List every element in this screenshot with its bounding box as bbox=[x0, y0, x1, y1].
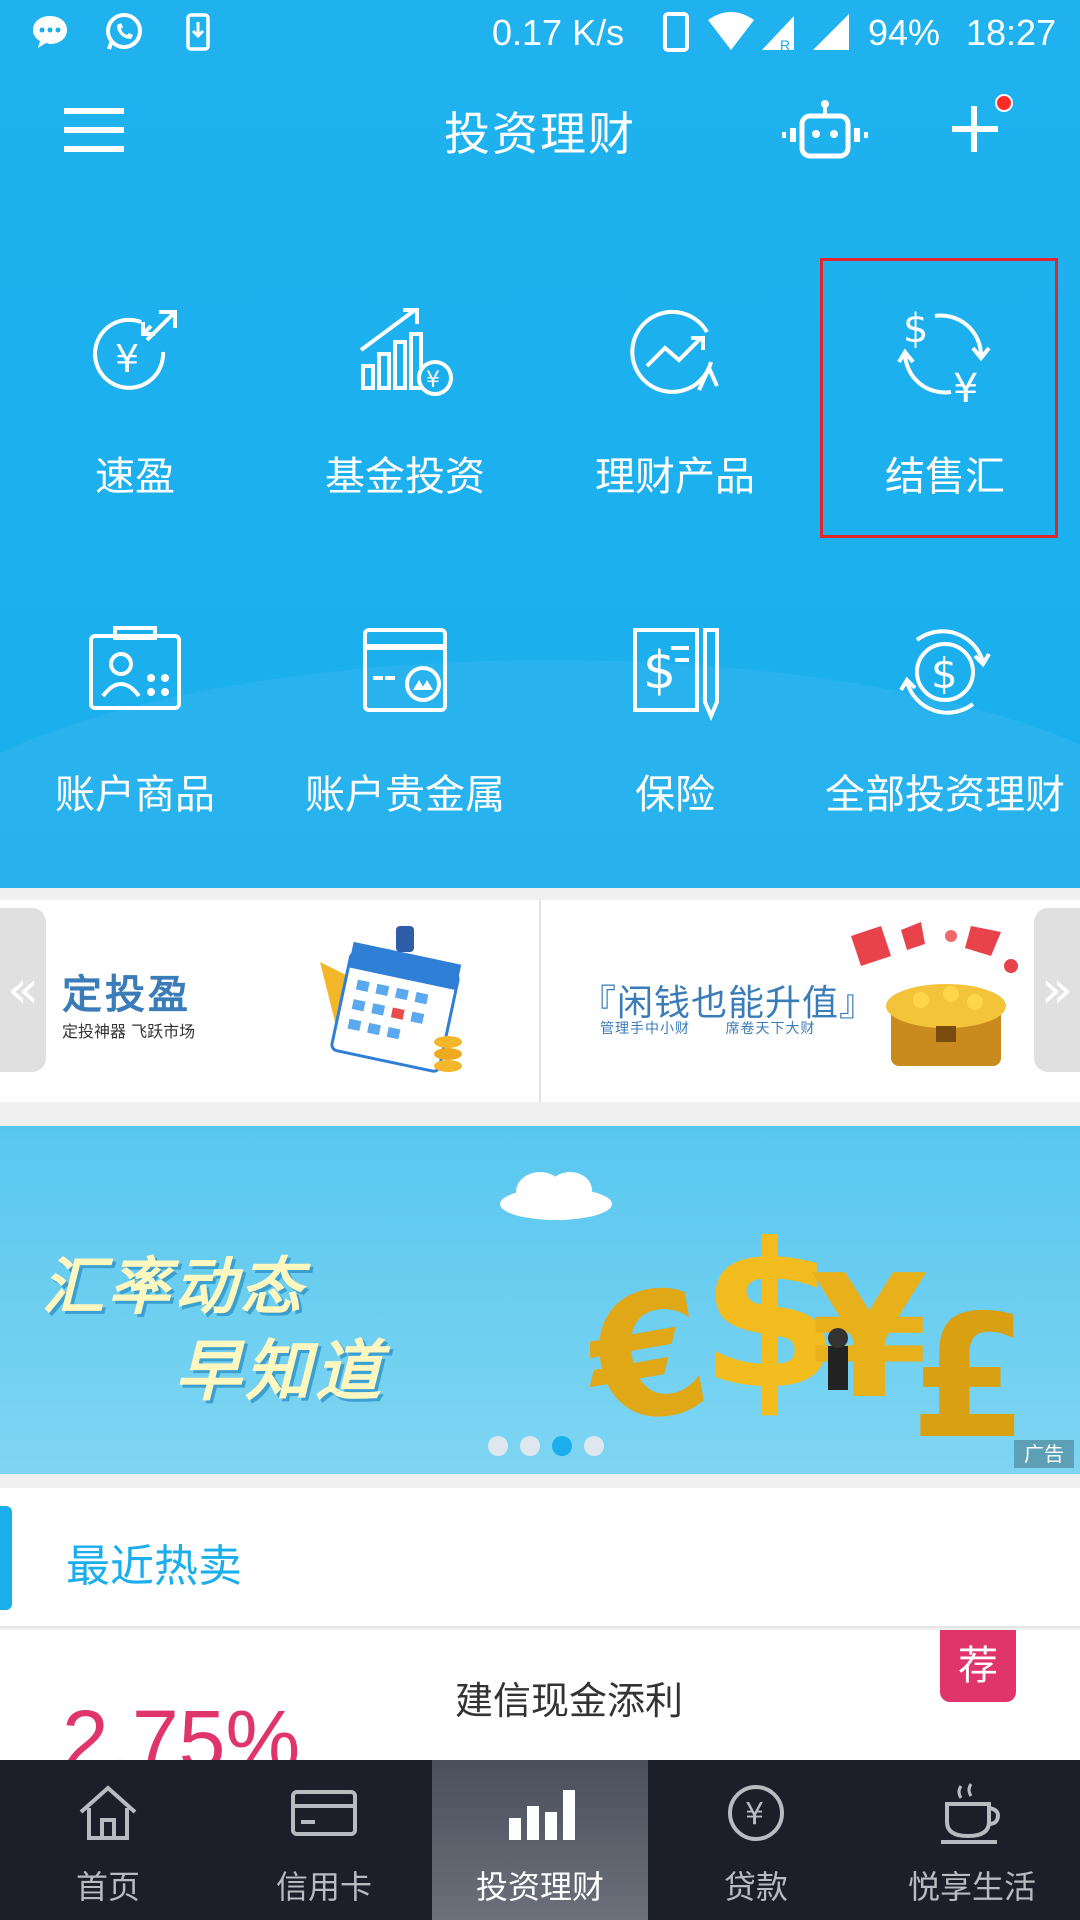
banner-subheadline: 早知道 bbox=[175, 1333, 385, 1410]
fund-growth-icon: ¥ bbox=[355, 304, 455, 414]
currency-symbols-illustration: € $ ¥ £ bbox=[590, 1201, 1028, 1466]
grid-item-suying[interactable]: ¥ 速盈 bbox=[0, 304, 270, 544]
grid-item-label: 账户贵金属 bbox=[305, 772, 505, 818]
promo-card-dingtouying[interactable]: 定投盈 定投神器 飞跃市场 bbox=[0, 900, 539, 1102]
home-icon bbox=[73, 1778, 143, 1848]
nav-item-credit-card[interactable]: 信用卡 bbox=[216, 1760, 432, 1920]
coffee-cup-icon bbox=[937, 1778, 1007, 1848]
clock: 18:27 bbox=[966, 12, 1057, 53]
grid-item-label: 基金投资 bbox=[325, 454, 485, 500]
grid-item-all-investment[interactable]: $ 全部投资理财 bbox=[810, 622, 1080, 862]
grid-item-label: 理财产品 bbox=[595, 454, 755, 500]
grid-item-fund[interactable]: ¥ 基金投资 bbox=[270, 304, 540, 544]
recommend-badge: 荐 bbox=[940, 1630, 1016, 1702]
nav-item-investment[interactable]: 投资理财 bbox=[432, 1760, 648, 1920]
ad-label: 广告 bbox=[1014, 1440, 1074, 1468]
insurance-icon: $ bbox=[625, 622, 725, 732]
grid-item-account-commodity[interactable]: 账户商品 bbox=[0, 622, 270, 862]
nav-label: 信用卡 bbox=[275, 1868, 372, 1906]
nav-item-home[interactable]: 首页 bbox=[0, 1760, 216, 1920]
battery-level: 94% bbox=[868, 12, 941, 53]
nav-item-lifestyle[interactable]: 悦享生活 bbox=[864, 1760, 1080, 1920]
download-icon bbox=[176, 10, 220, 54]
product-card[interactable]: 2.75% 建信现金添利 荐 bbox=[0, 1630, 1080, 1760]
nav-item-loan[interactable]: ¥ 贷款 bbox=[648, 1760, 864, 1920]
status-bar: 0.17 K/s R 94% 18:27 bbox=[0, 0, 1080, 64]
network-speed: 0.17 K/s bbox=[492, 12, 625, 53]
wifi-signal-icon: R bbox=[706, 10, 806, 54]
grid-item-label: 速盈 bbox=[95, 454, 175, 500]
promo-card-idle-money[interactable]: 『闲钱也能升值』 管理手中小财 席卷天下大财 bbox=[541, 900, 1080, 1102]
svg-text:£: £ bbox=[910, 1279, 1028, 1466]
treasure-chest-illustration bbox=[851, 922, 1018, 1066]
page-title: 投资理财 bbox=[444, 107, 636, 161]
nav-label: 贷款 bbox=[723, 1868, 788, 1906]
banner-headline: 汇率动态 bbox=[42, 1250, 307, 1323]
product-rate: 2.75% bbox=[62, 1693, 301, 1760]
header-area: 0.17 K/s R 94% 18:27 投资理财 ¥ 速盈 ¥ 基金投资 理财… bbox=[0, 0, 1080, 888]
account-commodity-icon bbox=[85, 622, 185, 732]
promo-subtitle: 定投神器 飞跃市场 bbox=[62, 1022, 196, 1041]
section-accent-bar bbox=[0, 1506, 12, 1610]
nav-label: 投资理财 bbox=[475, 1868, 604, 1906]
svg-text:¥: ¥ bbox=[426, 368, 440, 393]
promo-title: 定投盈 bbox=[62, 972, 191, 1018]
svg-text:$: $ bbox=[931, 649, 958, 698]
promo-row: « 定投盈 定投神器 飞跃市场 『闲钱也能升值』 管理手中小财 席卷天下大财 » bbox=[0, 900, 1080, 1102]
carousel-dot[interactable] bbox=[520, 1436, 540, 1456]
bottom-nav: 首页 信用卡 投资理财 ¥ 贷款 悦享生活 bbox=[0, 1760, 1080, 1920]
grid-item-label: 全部投资理财 bbox=[825, 772, 1065, 818]
highlight-box bbox=[820, 258, 1058, 538]
hot-sales-header: 最近热卖 bbox=[0, 1488, 1080, 1628]
chevron-right-icon: » bbox=[1041, 960, 1073, 1020]
message-icon bbox=[28, 10, 72, 54]
nav-label: 首页 bbox=[75, 1868, 140, 1906]
carousel-dot[interactable] bbox=[488, 1436, 508, 1456]
svg-text:¥: ¥ bbox=[115, 337, 139, 381]
app-bar: 投资理财 bbox=[0, 80, 1080, 180]
all-investment-icon: $ bbox=[895, 622, 995, 732]
bar-chart-icon bbox=[505, 1778, 575, 1848]
grid-item-wealth-products[interactable]: 理财产品 bbox=[540, 304, 810, 544]
svg-text:R: R bbox=[780, 37, 790, 53]
carousel-dot-active[interactable] bbox=[552, 1436, 572, 1456]
section-title: 最近热卖 bbox=[66, 1541, 242, 1592]
product-name: 建信现金添利 bbox=[455, 1679, 684, 1723]
robot-assistant-button[interactable] bbox=[780, 98, 870, 162]
grid-item-label: 账户商品 bbox=[55, 772, 215, 818]
trend-circle-icon bbox=[625, 304, 725, 414]
precious-metal-icon bbox=[355, 622, 455, 732]
yen-coin-icon: ¥ bbox=[721, 1778, 791, 1848]
yen-exchange-icon: ¥ bbox=[85, 304, 185, 414]
nav-label: 悦享生活 bbox=[907, 1868, 1036, 1906]
forex-banner[interactable]: 汇率动态 早知道 € $ ¥ £ 广告 bbox=[0, 1126, 1080, 1474]
calendar-illustration bbox=[320, 926, 462, 1073]
notification-dot bbox=[995, 94, 1013, 112]
promo-next-button[interactable]: » bbox=[1034, 908, 1080, 1072]
grid-item-precious-metal[interactable]: 账户贵金属 bbox=[270, 622, 540, 862]
phone-icon bbox=[654, 10, 698, 54]
carousel-indicator bbox=[488, 1436, 604, 1456]
grid-item-label: 保险 bbox=[635, 772, 715, 818]
promo-subtitle: 管理手中小财 席卷天下大财 bbox=[600, 1021, 816, 1037]
svg-text:¥: ¥ bbox=[745, 1797, 764, 1832]
grid-item-insurance[interactable]: $ 保险 bbox=[540, 622, 810, 862]
credit-card-icon bbox=[289, 1778, 359, 1848]
cell-signal-icon bbox=[806, 10, 856, 54]
robot-icon bbox=[782, 100, 868, 159]
carousel-dot[interactable] bbox=[584, 1436, 604, 1456]
whatsapp-icon bbox=[102, 10, 146, 54]
